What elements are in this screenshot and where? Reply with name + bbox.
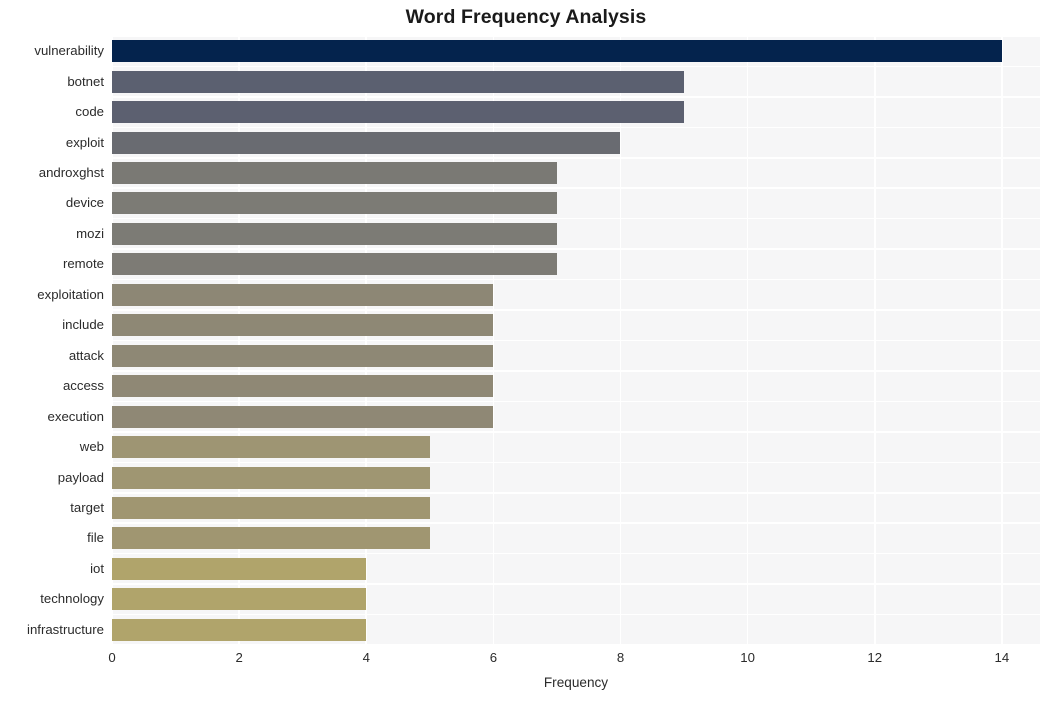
y-axis-tick-label: payload: [57, 469, 104, 485]
bar: [112, 375, 494, 398]
y-gridline: [112, 248, 1040, 250]
y-axis-tick-label: exploitation: [37, 286, 104, 302]
bar: [112, 70, 685, 93]
y-gridline: [112, 583, 1040, 585]
y-axis-tick-label: execution: [47, 408, 104, 424]
y-axis-tick-label: vulnerability: [34, 43, 104, 59]
y-axis-tick-label: mozi: [76, 225, 104, 241]
x-axis-tick-label: 12: [867, 650, 883, 665]
y-gridline: [112, 339, 1040, 342]
y-gridline: [112, 522, 1040, 524]
bar: [112, 527, 430, 550]
y-axis-tick-label: attack: [68, 347, 104, 363]
y-axis-labels: vulnerability botnet code exploit androxghst…: [0, 36, 104, 645]
y-gridline: [112, 370, 1040, 372]
y-axis-tick-label: target: [70, 499, 104, 515]
x-axis-title: Frequency: [543, 675, 609, 690]
bar: [112, 405, 494, 428]
y-gridline: [112, 644, 1040, 646]
x-axis-tick-label: 14: [994, 650, 1010, 665]
x-axis-tick-label: 10: [740, 650, 755, 665]
bar: [112, 618, 367, 641]
y-axis-tick-label: androxghst: [38, 165, 104, 181]
bar: [112, 436, 430, 459]
bar: [112, 162, 557, 185]
y-gridline: [112, 278, 1040, 281]
y-gridline: [112, 157, 1040, 159]
bar: [112, 588, 367, 611]
y-gridline: [112, 217, 1040, 220]
y-gridline: [112, 431, 1040, 433]
y-gridline: [112, 96, 1040, 98]
plot-area: [111, 35, 1040, 646]
y-axis-tick-label: device: [65, 195, 104, 211]
y-axis-tick-label: infrastructure: [27, 621, 104, 637]
y-gridline: [112, 552, 1040, 555]
y-gridline: [112, 126, 1040, 129]
y-gridline: [112, 491, 1040, 494]
y-axis-tick-label: botnet: [67, 73, 104, 89]
y-axis-tick-label: file: [87, 530, 104, 546]
y-gridline: [112, 400, 1040, 403]
y-gridline: [112, 461, 1040, 464]
bar: [112, 314, 494, 337]
y-gridline: [112, 187, 1040, 190]
bar: [112, 466, 430, 489]
y-axis-tick-label: web: [79, 439, 104, 455]
chart-title: Word Frequency Analysis: [405, 6, 647, 28]
bar: [112, 192, 557, 215]
bar: [112, 283, 494, 306]
bar: [112, 344, 494, 367]
y-axis-tick-label: include: [62, 317, 104, 333]
bar: [112, 496, 430, 519]
x-axis-tick-label: 2: [235, 650, 243, 665]
y-axis-tick-label: remote: [62, 256, 104, 272]
y-gridline: [112, 65, 1040, 68]
y-gridline: [112, 309, 1040, 311]
y-axis-tick-label: code: [75, 104, 104, 120]
y-axis-tick-label: access: [62, 378, 104, 394]
word-frequency-chart: Word Frequency Analysis vulnerability bot…: [0, 0, 1052, 701]
bar: [112, 101, 685, 124]
x-axis-tick-label: 6: [489, 650, 498, 665]
bar: [112, 131, 621, 154]
x-axis-tick-label: 0: [108, 650, 116, 665]
bar: [112, 40, 1002, 63]
y-axis-tick-label: iot: [90, 560, 104, 576]
y-gridline: [112, 35, 1040, 37]
bar: [112, 253, 557, 276]
x-axis-tick-label: 4: [362, 650, 370, 665]
y-axis-tick-label: exploit: [65, 134, 104, 150]
bar: [112, 557, 367, 580]
y-axis-tick-label: technology: [40, 591, 104, 607]
bar: [112, 222, 557, 245]
x-axis-tick-label: 8: [616, 650, 625, 665]
x-axis-tick-labels: 0 2 4 6 8 10 12 14: [0, 650, 1052, 672]
y-gridline: [112, 613, 1040, 616]
